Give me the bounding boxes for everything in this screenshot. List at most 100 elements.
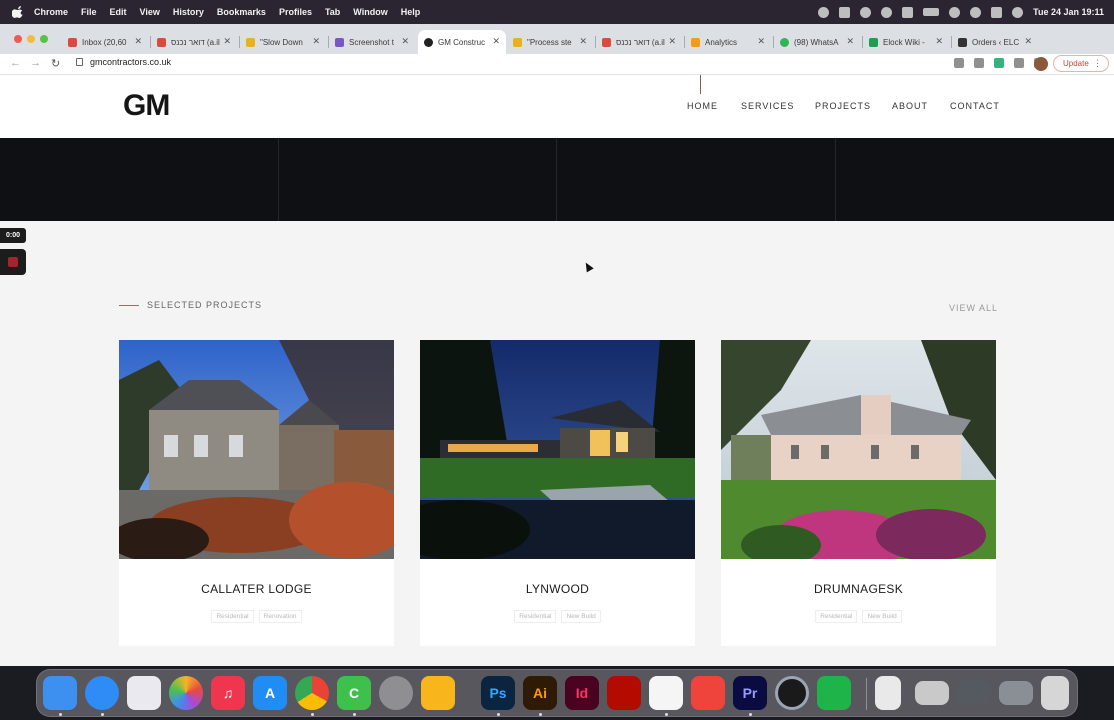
project-photo[interactable] bbox=[420, 340, 695, 559]
project-card[interactable]: LYNWOOD Residential New Build bbox=[420, 340, 695, 646]
update-button[interactable]: Update ⋮ bbox=[1053, 55, 1109, 72]
premiere-icon[interactable]: Pr bbox=[733, 676, 767, 710]
tab-close-icon[interactable]: ✕ bbox=[492, 36, 500, 47]
window-zoom-button[interactable] bbox=[40, 35, 48, 43]
extensions-puzzle-icon[interactable] bbox=[1014, 58, 1024, 68]
menu-window[interactable]: Window bbox=[353, 7, 387, 17]
wifi-icon[interactable] bbox=[949, 6, 961, 18]
document-icon[interactable] bbox=[875, 676, 901, 710]
url-text[interactable]: gmcontractors.co.uk bbox=[90, 57, 171, 67]
browser-tab[interactable]: Orders ‹ ELC ✕ bbox=[952, 30, 1038, 54]
textedit-icon[interactable] bbox=[649, 676, 683, 710]
window-preview-icon[interactable] bbox=[999, 681, 1033, 705]
tab-close-icon[interactable]: ✕ bbox=[223, 36, 231, 47]
project-photo[interactable] bbox=[721, 340, 996, 559]
browser-tab[interactable]: Inbox (20,60 ✕ bbox=[62, 30, 148, 54]
menu-tab[interactable]: Tab bbox=[325, 7, 340, 17]
camtasia-icon[interactable]: C bbox=[337, 676, 371, 710]
music-icon[interactable]: ♫ bbox=[211, 676, 245, 710]
window-preview-icon[interactable] bbox=[957, 681, 991, 705]
quicktime-icon[interactable] bbox=[775, 676, 809, 710]
project-card[interactable]: DRUMNAGESK Residential New Build bbox=[721, 340, 996, 646]
settings-gear-icon[interactable] bbox=[860, 6, 872, 18]
text-input-icon[interactable] bbox=[902, 6, 914, 18]
tab-close-icon[interactable]: ✕ bbox=[312, 36, 320, 47]
apple-logo-icon[interactable] bbox=[12, 6, 24, 18]
project-title[interactable]: CALLATER LODGE bbox=[119, 582, 394, 596]
tab-close-icon[interactable]: ✕ bbox=[579, 36, 587, 47]
photoshop-icon[interactable]: Ps bbox=[481, 676, 515, 710]
bookmark-star-icon[interactable] bbox=[974, 58, 984, 68]
tab-close-icon[interactable]: ✕ bbox=[846, 36, 854, 47]
menu-clock[interactable]: Tue 24 Jan 19:11 bbox=[1033, 7, 1104, 17]
search-icon[interactable] bbox=[970, 6, 982, 18]
forward-button[interactable]: → bbox=[30, 57, 41, 69]
browser-tab[interactable]: (98) WhatsA ✕ bbox=[774, 30, 860, 54]
finder-icon[interactable] bbox=[43, 676, 77, 710]
safari-icon[interactable] bbox=[85, 676, 119, 710]
project-title[interactable]: DRUMNAGESK bbox=[721, 582, 996, 596]
menu-edit[interactable]: Edit bbox=[110, 7, 127, 17]
browser-tab[interactable]: Analytics ✕ bbox=[685, 30, 771, 54]
browser-tab-active[interactable]: GM Construc ✕ bbox=[418, 30, 506, 54]
nav-home[interactable]: HOME bbox=[687, 101, 718, 111]
chrome-icon[interactable] bbox=[295, 676, 329, 710]
acrobat-icon[interactable] bbox=[607, 676, 641, 710]
menu-file[interactable]: File bbox=[81, 7, 97, 17]
trash-icon[interactable] bbox=[1041, 676, 1069, 710]
browser-tab[interactable]: Screenshot t ✕ bbox=[329, 30, 415, 54]
gm-logo[interactable]: GM bbox=[123, 89, 170, 123]
extension-icon[interactable] bbox=[994, 58, 1004, 68]
menu-app-name[interactable]: Chrome bbox=[34, 7, 68, 17]
anydesk-icon[interactable] bbox=[691, 676, 725, 710]
back-button[interactable]: ← bbox=[10, 57, 21, 69]
photos-icon[interactable] bbox=[169, 676, 203, 710]
nav-projects[interactable]: PROJECTS bbox=[815, 101, 871, 111]
share-icon[interactable] bbox=[954, 58, 964, 68]
menu-help[interactable]: Help bbox=[401, 7, 421, 17]
app-store-icon[interactable]: A bbox=[253, 676, 287, 710]
illustrator-icon[interactable]: Ai bbox=[523, 676, 557, 710]
tab-close-icon[interactable]: ✕ bbox=[668, 36, 676, 47]
browser-tab[interactable]: דואר נכנס (a.il ✕ bbox=[596, 30, 682, 54]
menu-history[interactable]: History bbox=[173, 7, 204, 17]
view-all-link[interactable]: VIEW ALL bbox=[949, 303, 998, 313]
tab-close-icon[interactable]: ✕ bbox=[134, 36, 142, 47]
menu-extra-icon[interactable] bbox=[839, 6, 851, 18]
browser-tab[interactable]: "Slow Down ✕ bbox=[240, 30, 326, 54]
numbers-icon[interactable] bbox=[817, 676, 851, 710]
nav-contact[interactable]: CONTACT bbox=[950, 101, 1000, 111]
nav-about[interactable]: ABOUT bbox=[892, 101, 928, 111]
creative-cloud-icon[interactable] bbox=[818, 6, 830, 18]
project-title[interactable]: LYNWOOD bbox=[420, 582, 695, 596]
system-settings-icon[interactable] bbox=[379, 676, 413, 710]
record-status-icon[interactable] bbox=[881, 6, 893, 18]
sketch-icon[interactable] bbox=[421, 676, 455, 710]
tab-close-icon[interactable]: ✕ bbox=[935, 36, 943, 47]
window-close-button[interactable] bbox=[14, 35, 22, 43]
battery-icon[interactable] bbox=[923, 8, 940, 16]
siri-icon[interactable] bbox=[1012, 6, 1024, 18]
reload-button[interactable]: ↻ bbox=[51, 57, 60, 70]
browser-tab[interactable]: Elock Wiki - ✕ bbox=[863, 30, 949, 54]
address-bar[interactable]: gmcontractors.co.uk bbox=[76, 57, 171, 67]
window-preview-icon[interactable] bbox=[915, 681, 949, 705]
menu-profiles[interactable]: Profiles bbox=[279, 7, 312, 17]
browser-tab[interactable]: "Process ste ✕ bbox=[507, 30, 593, 54]
tab-close-icon[interactable]: ✕ bbox=[757, 36, 765, 47]
menu-view[interactable]: View bbox=[140, 7, 160, 17]
control-center-icon[interactable] bbox=[991, 6, 1003, 18]
tab-close-icon[interactable]: ✕ bbox=[401, 36, 409, 47]
launchpad-icon[interactable] bbox=[127, 676, 161, 710]
indesign-icon[interactable]: Id bbox=[565, 676, 599, 710]
more-menu-icon[interactable]: ⋮ bbox=[1093, 58, 1102, 69]
profile-avatar[interactable] bbox=[1034, 57, 1048, 71]
project-card[interactable]: CALLATER LODGE Residential Renovation bbox=[119, 340, 394, 646]
stop-recording-button[interactable] bbox=[0, 249, 26, 275]
nav-services[interactable]: SERVICES bbox=[741, 101, 794, 111]
project-photo[interactable] bbox=[119, 340, 394, 559]
browser-tab[interactable]: דואר נכנס (a.il ✕ bbox=[151, 30, 237, 54]
tab-close-icon[interactable]: ✕ bbox=[1024, 36, 1032, 47]
menu-bookmarks[interactable]: Bookmarks bbox=[217, 7, 266, 17]
window-minimize-button[interactable] bbox=[27, 35, 35, 43]
